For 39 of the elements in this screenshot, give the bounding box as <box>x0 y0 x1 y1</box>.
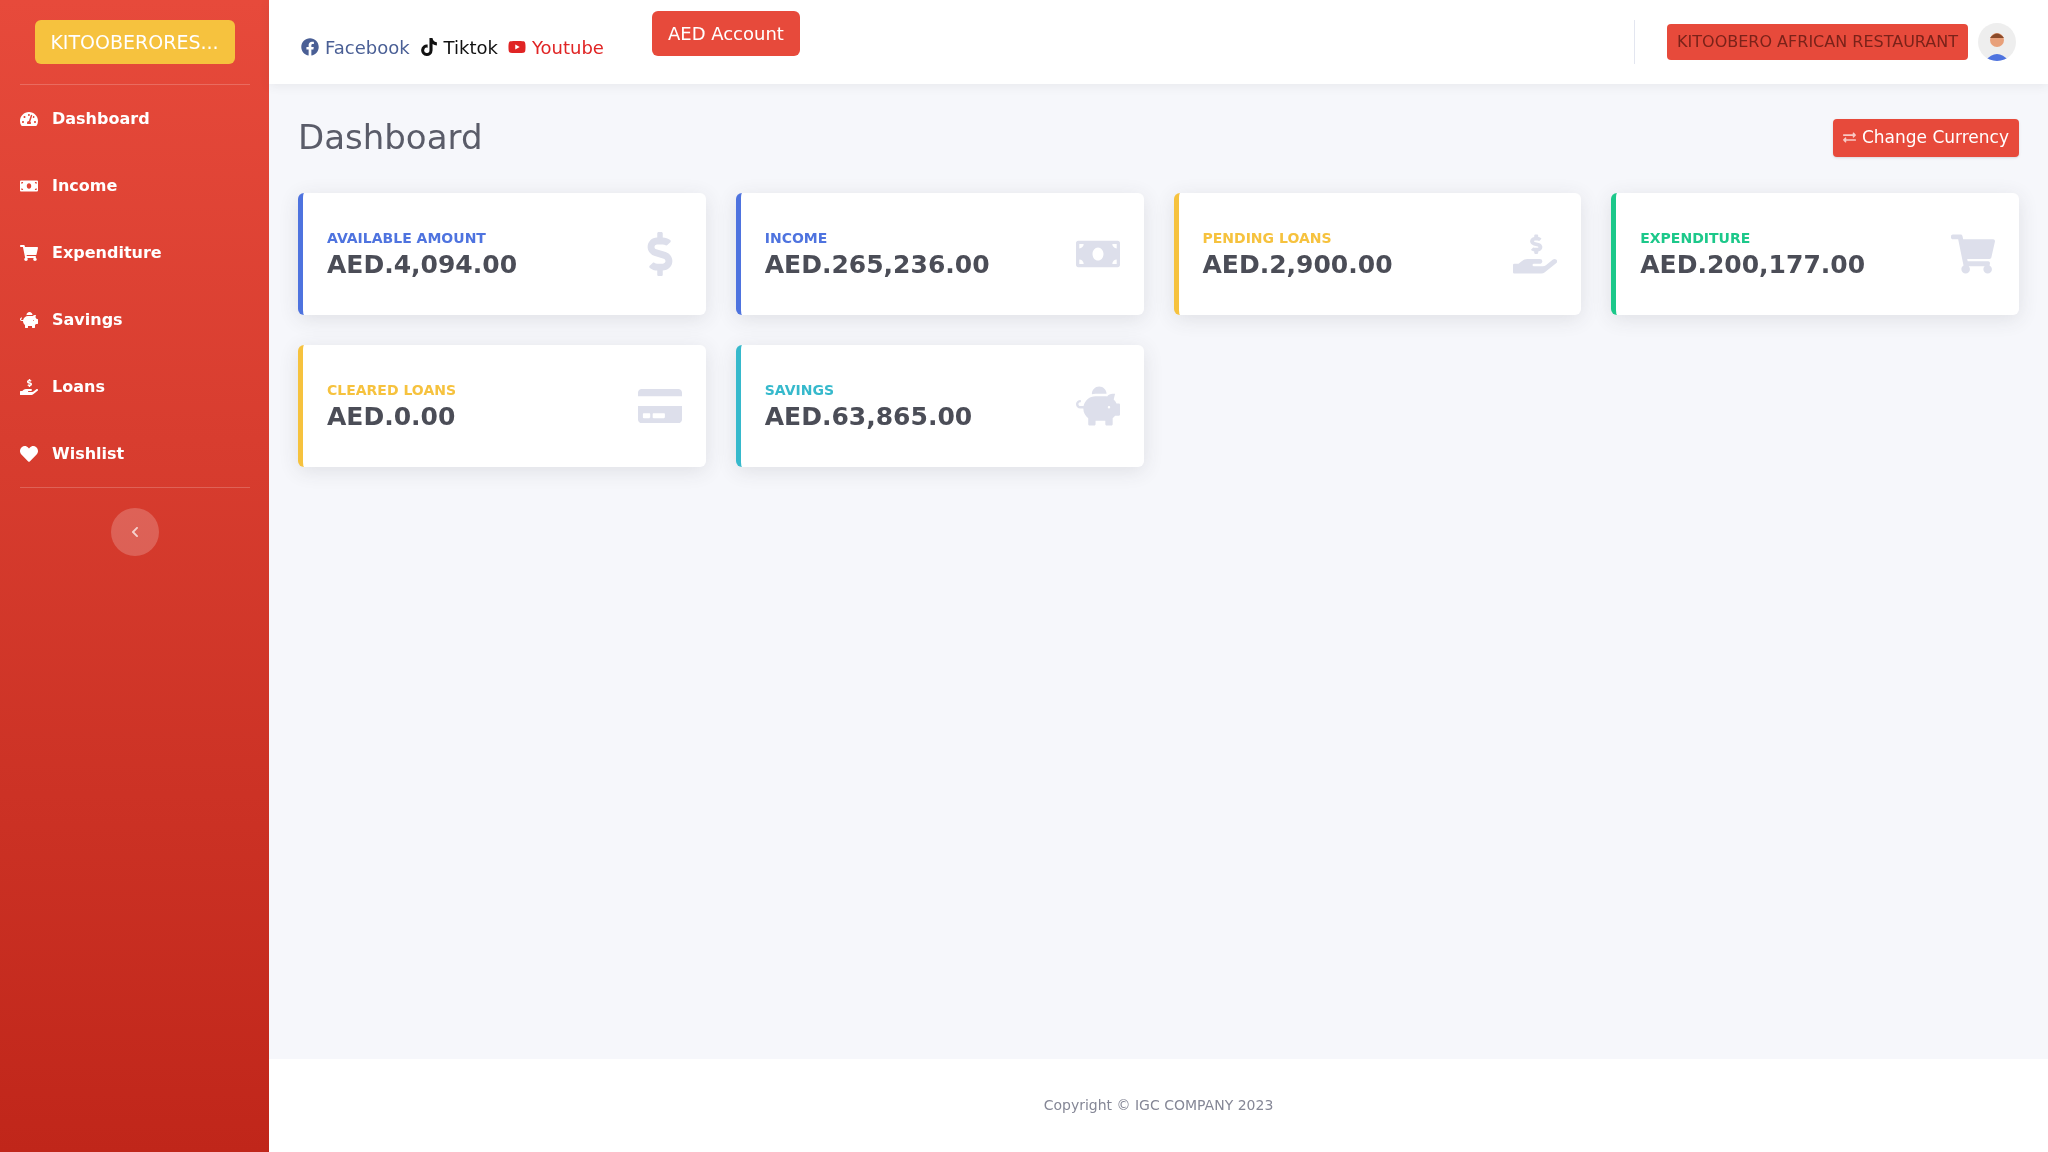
card-label: PENDING LOANS <box>1202 228 1333 248</box>
card-label: SAVINGS <box>764 380 836 400</box>
nav-link[interactable]: Loans <box>0 353 269 420</box>
heart-icon <box>20 444 38 463</box>
card-value: AED.0.00 <box>327 400 456 433</box>
cart-icon <box>1951 232 1995 276</box>
hand-dollar-icon <box>20 377 38 396</box>
change-currency-button[interactable]: Change Currency <box>1832 118 2019 157</box>
account-button[interactable]: AED Account <box>651 10 800 56</box>
piggy-bank-icon <box>20 310 38 329</box>
card-label: EXPENDITURE <box>1640 228 1752 248</box>
exchange-icon <box>1842 131 1856 144</box>
hand-dollar-icon <box>1513 232 1558 276</box>
card-value: AED.265,236.00 <box>764 248 990 281</box>
card-label: CLEARED LOANS <box>327 380 456 400</box>
social-link[interactable]: Facebook <box>301 33 410 61</box>
nav-link[interactable]: Income <box>0 152 269 219</box>
cart-icon <box>20 243 38 262</box>
card-value: AED.2,900.00 <box>1202 248 1393 281</box>
tiktok-icon <box>419 38 438 56</box>
card-label: AVAILABLE AMOUNT <box>327 228 487 248</box>
gauge-icon <box>20 109 38 128</box>
page-title: Dashboard <box>298 116 483 159</box>
social-link[interactable]: Tiktok <box>419 33 498 61</box>
user-name-badge[interactable]: KITOOBERO AFRICAN RESTAURANT <box>1667 24 1968 60</box>
social-link[interactable]: Youtube <box>507 33 604 61</box>
card-label: INCOME <box>764 228 829 248</box>
nav-link[interactable]: Dashboard <box>0 85 269 152</box>
facebook-icon <box>301 38 319 56</box>
copyright-text: Copyright © IGC COMPANY 2023 <box>1043 1096 1274 1115</box>
avatar[interactable] <box>1978 23 2016 61</box>
card-value: AED.4,094.00 <box>327 248 518 281</box>
piggy-bank-icon <box>1075 384 1120 428</box>
nav-link[interactable]: Expenditure <box>0 219 269 286</box>
youtube-icon <box>507 38 526 56</box>
nav-link[interactable]: Savings <box>0 286 269 353</box>
nav-link[interactable]: Wishlist <box>0 420 269 487</box>
card-value: AED.200,177.00 <box>1640 248 1866 281</box>
card-value: AED.63,865.00 <box>764 400 973 433</box>
